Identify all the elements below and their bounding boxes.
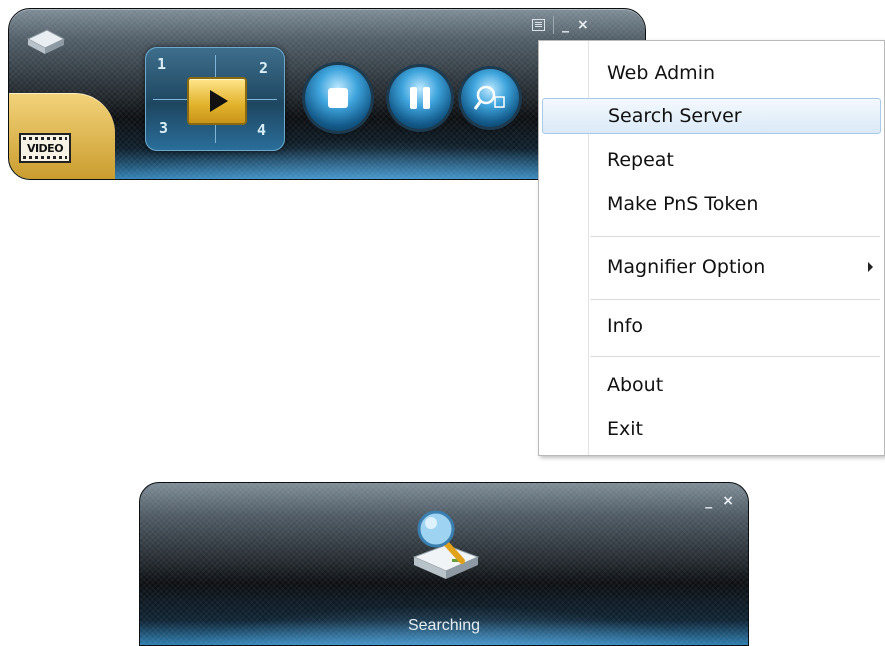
split-number-2[interactable]: 2 [259, 59, 268, 77]
menu-icon[interactable] [532, 19, 545, 31]
menu-item-exit[interactable]: Exit [542, 411, 881, 447]
device-icon[interactable] [25, 27, 67, 61]
split-view-panel[interactable]: 1 2 3 4 [145, 47, 285, 151]
magnifier-icon [473, 85, 505, 110]
menu-item-info[interactable]: Info [542, 308, 881, 344]
menu-item-magnifier-option[interactable]: Magnifier Option [542, 249, 881, 285]
player-title-controls: _ × [532, 14, 589, 36]
menu-item-repeat[interactable]: Repeat [542, 142, 881, 178]
searching-window: _ × Searching [139, 482, 749, 646]
title-separator [553, 16, 554, 34]
menu-item-label: About [607, 374, 664, 396]
close-button[interactable]: × [577, 17, 589, 33]
menu-item-label: Repeat [607, 149, 674, 171]
menu-item-label: Magnifier Option [607, 256, 766, 278]
minimize-button[interactable]: _ [562, 17, 569, 33]
menu-item-make-pns-token[interactable]: Make PnS Token [542, 186, 881, 222]
play-icon [210, 90, 228, 112]
split-number-1[interactable]: 1 [157, 55, 166, 73]
menu-item-label: Exit [607, 418, 643, 440]
menu-item-about[interactable]: About [542, 367, 881, 403]
menu-item-web-admin[interactable]: Web Admin [542, 55, 881, 91]
submenu-arrow-icon [868, 262, 873, 272]
stop-button[interactable] [305, 65, 371, 131]
play-button[interactable] [187, 77, 247, 125]
menu-item-label: Make PnS Token [607, 193, 759, 215]
menu-separator [591, 356, 880, 357]
stop-icon [328, 88, 348, 108]
split-number-4[interactable]: 4 [257, 121, 266, 139]
minimize-button[interactable]: _ [705, 493, 712, 509]
searching-status-text: Searching [407, 617, 481, 634]
pause-icon [410, 87, 430, 109]
menu-item-search-server[interactable]: Search Server [542, 98, 881, 134]
video-tab-label: VIDEO [19, 133, 71, 163]
searching-title-controls: _ × [705, 493, 734, 509]
close-button[interactable]: × [722, 493, 734, 509]
menu-separator [591, 236, 880, 237]
menu-item-label: Search Server [608, 105, 742, 127]
menu-item-label: Info [607, 315, 643, 337]
menu-item-label: Web Admin [607, 62, 716, 84]
search-server-button[interactable] [461, 69, 519, 127]
menu-separator [591, 299, 880, 300]
split-number-3[interactable]: 3 [159, 119, 168, 137]
server-search-icon [412, 510, 480, 579]
context-menu: Web Admin Search Server Repeat Make PnS … [538, 40, 885, 456]
pause-button[interactable] [389, 67, 451, 129]
